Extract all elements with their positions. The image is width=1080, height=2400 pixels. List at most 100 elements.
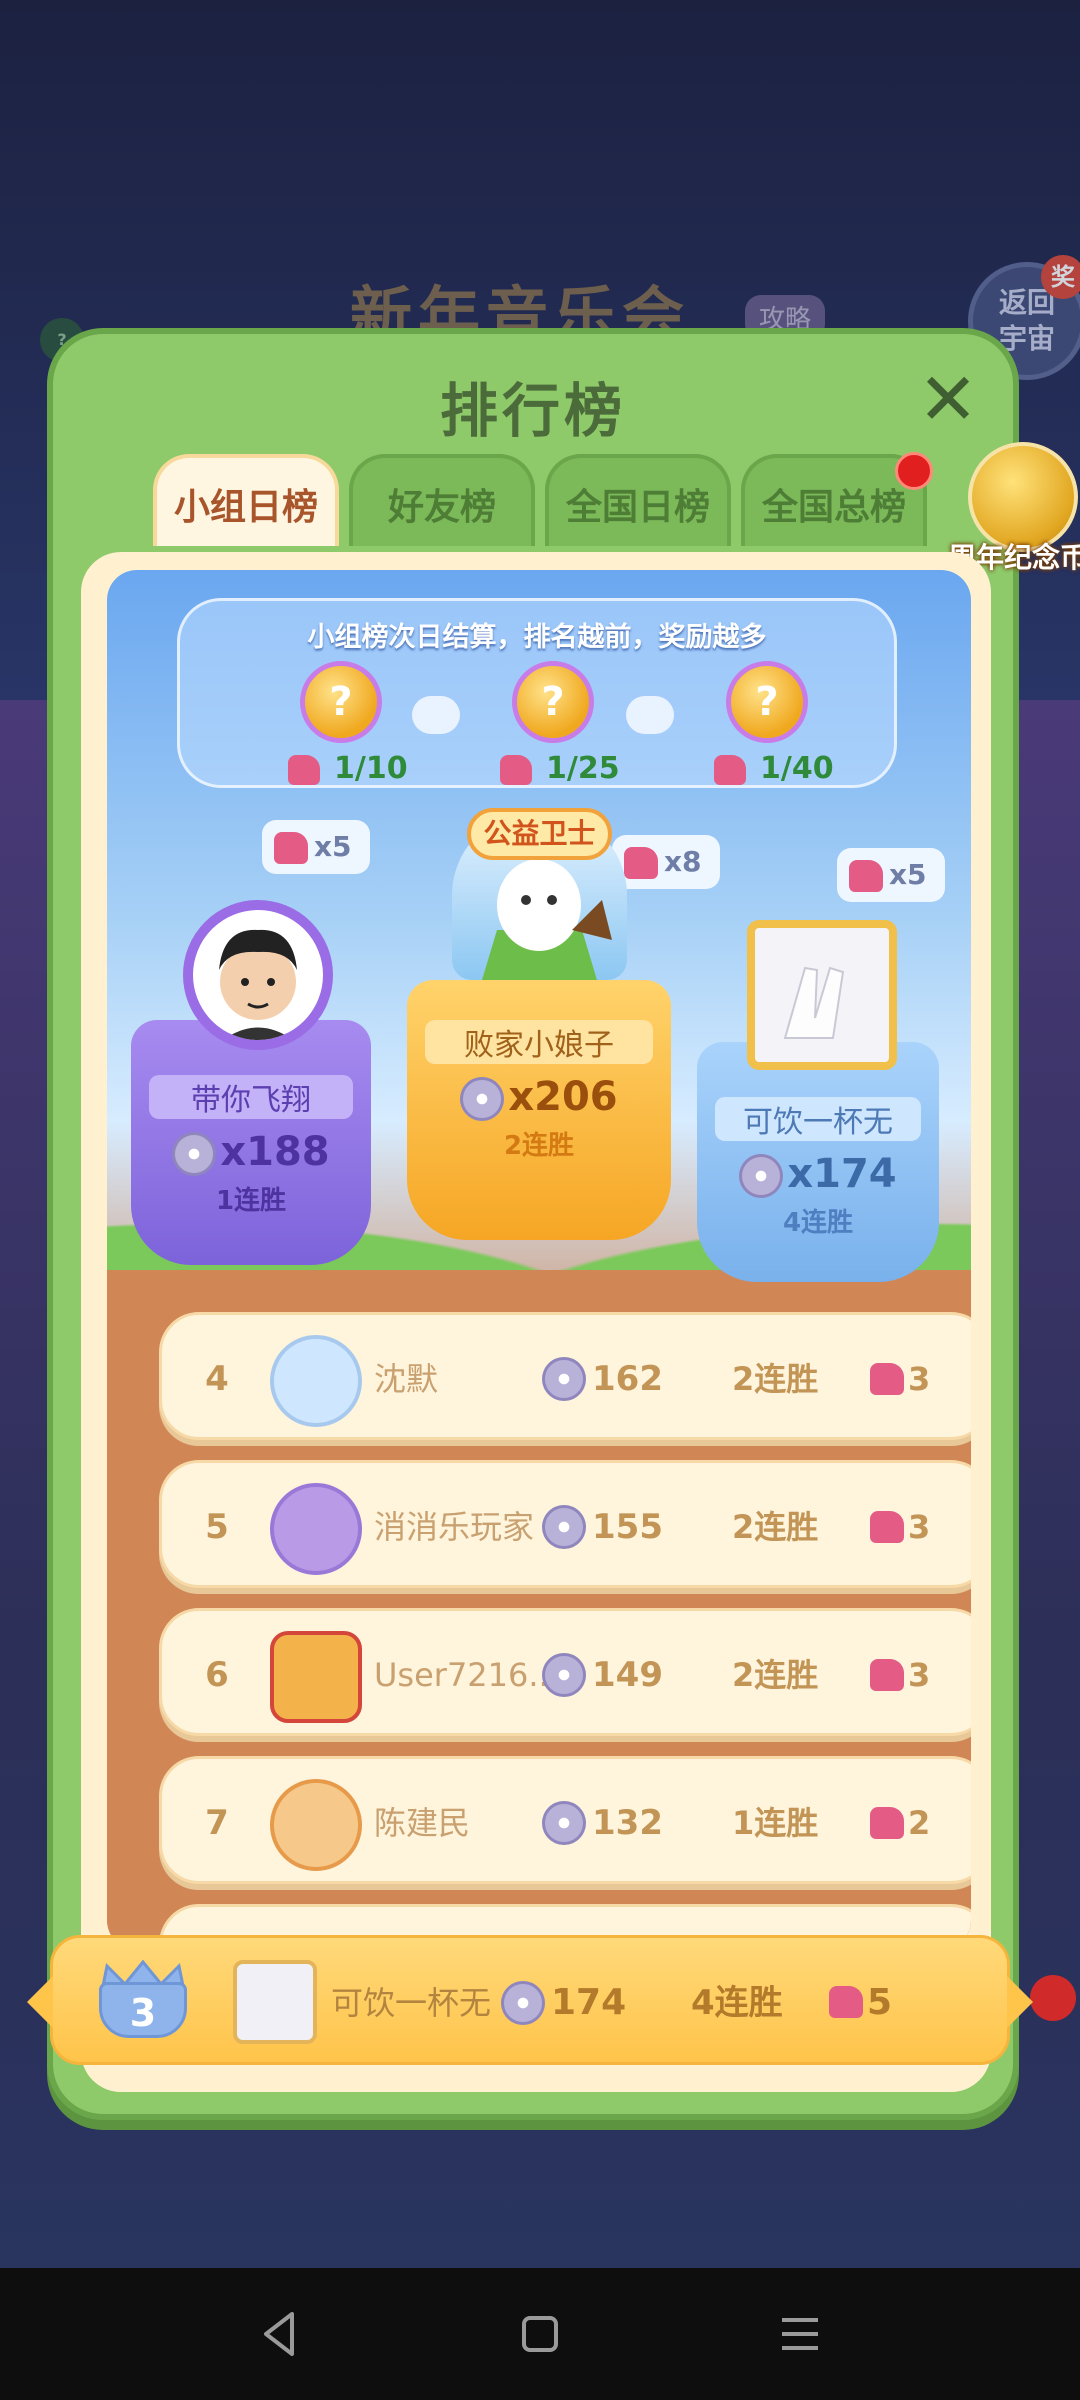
flower-icon	[500, 754, 532, 785]
bubble-count: x8	[664, 845, 702, 878]
list-item[interactable]: 5 消消乐玩家 155 2连胜 3	[159, 1460, 971, 1588]
my-rank: 3	[99, 1982, 187, 2038]
podium-first-bubble: x8	[612, 835, 720, 889]
bubble-count: x5	[314, 830, 352, 863]
flower-icon	[829, 1986, 863, 2018]
my-rank-row[interactable]: 3 可饮一杯无 174 4连胜 5	[27, 1935, 1033, 2065]
list-item[interactable]: 6 User7216... 149 2连胜 3	[159, 1608, 971, 1736]
bubble-count: x5	[889, 858, 927, 891]
reward-count: 1/40	[760, 751, 834, 786]
podium-third-name: 可饮一杯无	[715, 1097, 921, 1141]
my-name: 可饮一杯无	[331, 1984, 492, 2022]
flower-icon	[274, 832, 308, 864]
disc-icon	[542, 1801, 586, 1845]
list-item[interactable]: 4 沈默 162 2连胜 3	[159, 1312, 971, 1440]
podium-second-score: x188	[220, 1129, 330, 1175]
flower-icon	[849, 860, 883, 892]
row-streak: 1连胜	[732, 1804, 819, 1842]
disc-icon	[172, 1132, 217, 1176]
podium-second-name: 带你飞翔	[149, 1075, 353, 1119]
flower-icon	[870, 1807, 904, 1839]
reward-item-3[interactable]: ? 1/40	[696, 661, 846, 791]
back-nav-icon[interactable]	[248, 2302, 312, 2366]
tab-bar: 小组日榜 好友榜 全国日榜 全国总榜	[153, 454, 927, 546]
flower-icon	[714, 754, 746, 785]
disc-icon	[501, 1981, 545, 2025]
podium-second[interactable]: 带你飞翔 x188 1连胜	[131, 1020, 371, 1265]
row-rank: 4	[205, 1359, 229, 1399]
reward-caption: 小组榜次日结算，排名越前，奖励越多	[307, 622, 767, 653]
notification-dot	[1030, 1975, 1076, 2021]
mystery-reward-icon: ?	[512, 661, 594, 743]
podium-third-score: x174	[787, 1151, 897, 1197]
home-nav-icon[interactable]	[508, 2302, 572, 2366]
disc-icon	[542, 1653, 586, 1697]
podium-stage: 小组榜次日结算，排名越前，奖励越多 ? 1/10 ? 1/25 ? 1/40 x…	[107, 570, 971, 1950]
row-rank: 7	[205, 1803, 229, 1843]
podium-first-score: x206	[508, 1074, 618, 1120]
my-avatar[interactable]	[233, 1960, 317, 2044]
leaderboard-panel: 小组榜次日结算，排名越前，奖励越多 ? 1/10 ? 1/25 ? 1/40 x…	[81, 552, 991, 2092]
row-score: 162	[592, 1359, 663, 1399]
arrow-icon	[626, 696, 674, 734]
podium-first-streak: 2连胜	[503, 1131, 575, 1161]
row-score: 149	[592, 1655, 663, 1695]
flower-icon	[288, 754, 320, 785]
row-flowers: 3	[908, 1360, 931, 1398]
my-score: 174	[551, 1982, 627, 2023]
row-streak: 2连胜	[732, 1656, 819, 1694]
flower-icon	[870, 1511, 904, 1543]
disc-icon	[542, 1357, 586, 1401]
reward-info-box: 小组榜次日结算，排名越前，奖励越多 ? 1/10 ? 1/25 ? 1/40	[177, 598, 897, 788]
tab-national-daily[interactable]: 全国日榜	[545, 454, 731, 546]
podium-first[interactable]: 败家小娘子 x206 2连胜	[407, 980, 671, 1240]
leaderboard-modal: 排行榜 ✕ 小组日榜 好友榜 全国日榜 全国总榜 周年纪念币 小组榜次日结算，排…	[47, 328, 1080, 2120]
flower-icon	[624, 847, 658, 879]
menu-nav-icon[interactable]	[768, 2302, 832, 2366]
my-flowers: 5	[867, 1982, 893, 2023]
row-flowers: 3	[908, 1508, 931, 1546]
disc-icon	[460, 1077, 505, 1121]
tab-notification-dot	[895, 452, 933, 490]
row-flowers: 3	[908, 1656, 931, 1694]
podium-third-streak: 4连胜	[782, 1208, 854, 1238]
row-rank: 6	[205, 1655, 229, 1695]
reward-item-1[interactable]: ? 1/10	[270, 661, 420, 791]
podium-second-avatar[interactable]	[183, 900, 333, 1050]
tab-friends[interactable]: 好友榜	[349, 454, 535, 546]
crown-icon: 3	[93, 1958, 193, 2044]
arrow-icon	[412, 696, 460, 734]
podium-second-bubble: x5	[262, 820, 370, 874]
disc-icon	[739, 1154, 784, 1198]
flower-icon	[870, 1659, 904, 1691]
modal-title: 排行榜	[439, 377, 626, 445]
close-icon[interactable]: ✕	[913, 363, 983, 435]
flower-icon	[870, 1363, 904, 1395]
row-name: 沈默	[374, 1360, 439, 1398]
podium-second-streak: 1连胜	[215, 1186, 287, 1216]
avatar[interactable]	[270, 1779, 362, 1871]
list-item[interactable]: 7 陈建民 132 1连胜 2	[159, 1756, 971, 1884]
row-streak: 2连胜	[732, 1360, 819, 1398]
mystery-reward-icon: ?	[726, 661, 808, 743]
reward-count: 1/25	[546, 751, 620, 786]
podium-third-avatar[interactable]	[747, 920, 897, 1070]
avatar[interactable]	[270, 1631, 362, 1723]
title-badge: 公益卫士	[467, 808, 612, 860]
row-streak: 2连胜	[732, 1508, 819, 1546]
row-rank: 5	[205, 1507, 229, 1547]
tab-group-daily[interactable]: 小组日榜	[153, 454, 339, 546]
avatar[interactable]	[270, 1335, 362, 1427]
row-name: 消消乐玩家	[374, 1508, 535, 1546]
mystery-reward-icon: ?	[300, 661, 382, 743]
system-nav-bar	[0, 2268, 1080, 2400]
avatar[interactable]	[270, 1483, 362, 1575]
row-score: 132	[592, 1803, 663, 1843]
my-streak: 4连胜	[691, 1983, 783, 2023]
podium-third-bubble: x5	[837, 848, 945, 902]
podium-first-name: 败家小娘子	[425, 1020, 653, 1064]
reward-item-2[interactable]: ? 1/25	[482, 661, 632, 791]
row-score: 155	[592, 1507, 663, 1547]
disc-icon	[542, 1505, 586, 1549]
podium-third[interactable]: 可饮一杯无 x174 4连胜	[697, 1042, 939, 1282]
